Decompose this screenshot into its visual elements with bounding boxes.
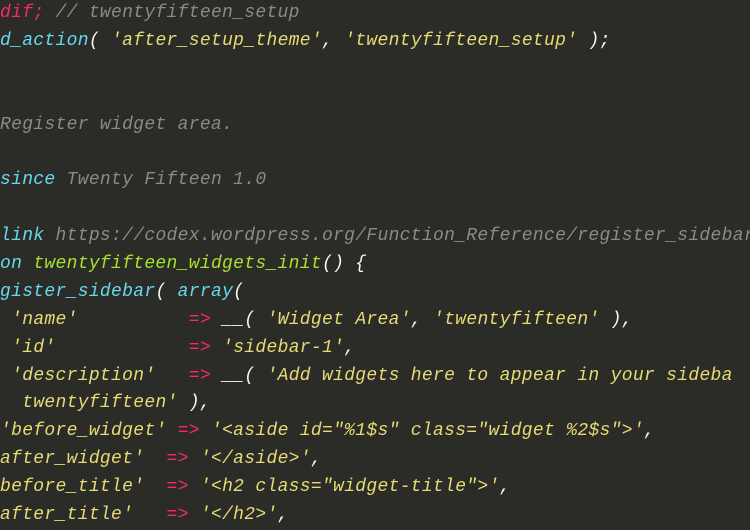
code-line: after_title' => '</h2>', — [0, 502, 750, 530]
arrow-op: => — [167, 477, 189, 497]
keyword-function: on — [0, 254, 33, 274]
arrow-op: => — [189, 366, 211, 386]
doc-line: since Twenty Fifteen 1.0 — [0, 167, 750, 195]
code-line: 'description' => __( 'Add widgets here t… — [0, 363, 750, 391]
code-line: on twentyfifteen_widgets_init() { — [0, 251, 750, 279]
array-key: 'id' — [11, 338, 55, 358]
arrow-op: => — [167, 449, 189, 469]
doc-text: Twenty Fifteen 1.0 — [56, 170, 267, 190]
doc-line: link https://codex.wordpress.org/Functio… — [0, 223, 750, 251]
code-editor[interactable]: dif; // twentyfifteen_setupd_action( 'af… — [0, 0, 750, 530]
code-line: 'name' => __( 'Widget Area', 'twentyfift… — [0, 307, 750, 335]
array-key: after_title' — [0, 505, 133, 525]
keyword-array: array — [178, 282, 234, 302]
doc-tag: link — [0, 226, 44, 246]
code-line: twentyfifteen' ), — [0, 390, 750, 418]
array-key: 'before_widget' — [0, 421, 167, 441]
blank-line — [0, 56, 750, 84]
function-name: twentyfifteen_widgets_init — [33, 254, 322, 274]
doc-text: Register widget area. — [0, 115, 233, 135]
array-key: 'description' — [11, 366, 155, 386]
comment: // twentyfifteen_setup — [44, 3, 299, 23]
blank-line — [0, 195, 750, 223]
code-line: before_title' => '<h2 class="widget-titl… — [0, 474, 750, 502]
code-line: d_action( 'after_setup_theme', 'twentyfi… — [0, 28, 750, 56]
code-line: 'id' => 'sidebar-1', — [0, 335, 750, 363]
arrow-op: => — [189, 338, 211, 358]
array-key: after_widget' — [0, 449, 144, 469]
doc-line: Register widget area. — [0, 112, 750, 140]
blank-line — [0, 139, 750, 167]
code-line: after_widget' => '</aside>', — [0, 446, 750, 474]
code-line: gister_sidebar( array( — [0, 279, 750, 307]
string-literal: 'after_setup_theme' — [111, 31, 322, 51]
func-call: gister_sidebar — [0, 282, 155, 302]
arrow-op: => — [178, 421, 200, 441]
array-key: 'name' — [11, 310, 78, 330]
keyword-endif: dif; — [0, 3, 44, 23]
string-literal: 'twentyfifteen_setup' — [344, 31, 577, 51]
func-call: d_action — [0, 31, 89, 51]
arrow-op: => — [167, 505, 189, 525]
array-key: before_title' — [0, 477, 144, 497]
code-line: 'before_widget' => '<aside id="%1$s" cla… — [0, 418, 750, 446]
doc-text: https://codex.wordpress.org/Function_Ref… — [44, 226, 750, 246]
doc-tag: since — [0, 170, 56, 190]
code-line: dif; // twentyfifteen_setup — [0, 0, 750, 28]
blank-line — [0, 84, 750, 112]
arrow-op: => — [189, 310, 211, 330]
